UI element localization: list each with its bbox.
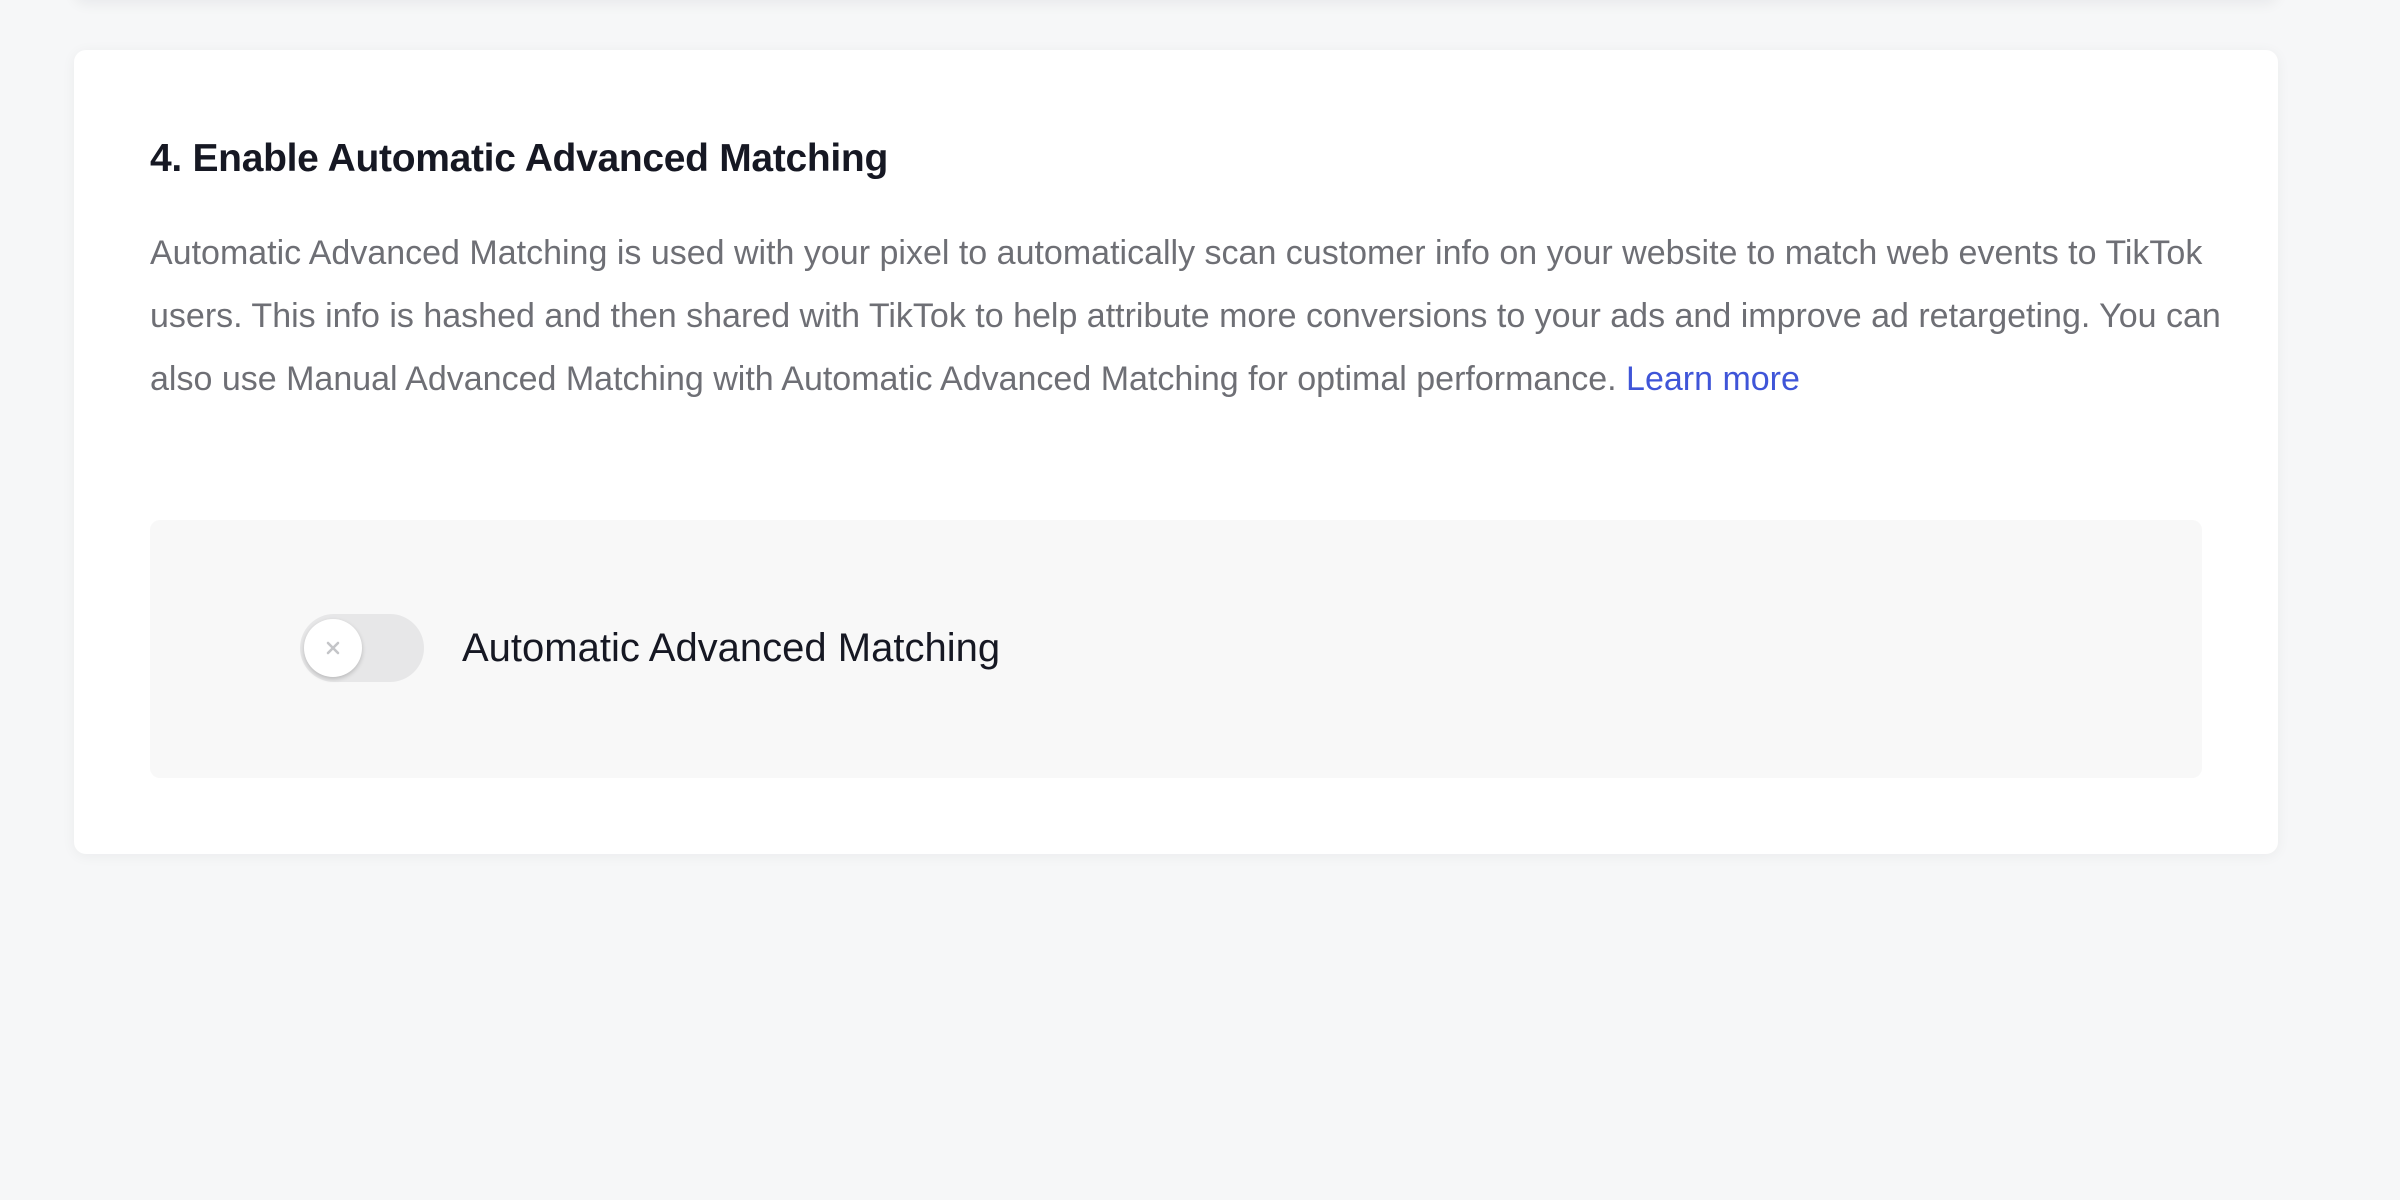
- toggle-label: Automatic Advanced Matching: [462, 626, 1001, 670]
- section-title: 4. Enable Automatic Advanced Matching: [150, 137, 888, 180]
- learn-more-link[interactable]: Learn more: [1626, 360, 1800, 398]
- section-description: Automatic Advanced Matching is used with…: [150, 222, 2230, 411]
- toggle-panel: Automatic Advanced Matching: [150, 520, 2202, 778]
- section-description-text: Automatic Advanced Matching is used with…: [150, 234, 2221, 398]
- section-card-automatic-advanced-matching: 4. Enable Automatic Advanced Matching Au…: [74, 50, 2278, 854]
- toggle-knob: [304, 619, 362, 677]
- close-icon: [326, 641, 340, 655]
- automatic-advanced-matching-toggle[interactable]: [300, 614, 424, 682]
